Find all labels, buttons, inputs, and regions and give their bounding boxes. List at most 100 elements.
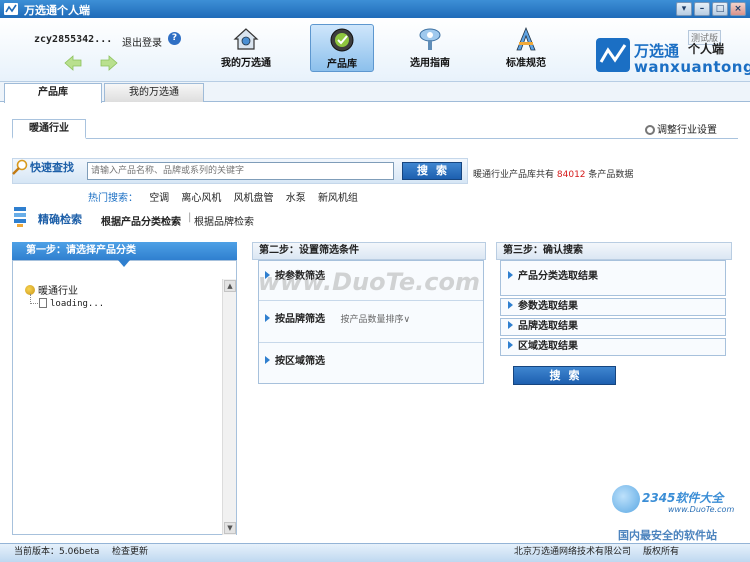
confirm-search-button[interactable]: 搜索 <box>513 366 616 385</box>
brand-logo: 测试版 万选通 个人端 wanxuantong <box>596 30 750 78</box>
quick-search-label: 快速查找 <box>12 159 74 175</box>
mascot-icon <box>612 485 640 513</box>
quick-search-button[interactable]: 搜索 <box>402 162 462 180</box>
watermark-brand: 2345软件大全 <box>642 491 724 505</box>
filter-label: 按区域筛选 <box>275 356 325 367</box>
filter-funnel-icon <box>14 207 26 227</box>
result-label: 区域选取结果 <box>518 341 578 352</box>
status-bar: 当前版本：5.06beta 检查更新 北京万选通网络技术有限公司 版权所有 <box>0 543 750 562</box>
nav-label: 我的万选通 <box>221 58 271 69</box>
result-category[interactable]: 产品分类选取结果 <box>500 260 726 296</box>
mode-separator: | <box>188 212 192 223</box>
app-logo-icon <box>4 3 18 15</box>
filter-by-region[interactable]: 按区域筛选 <box>259 343 483 385</box>
tab-my-wanxuantong[interactable]: 我的万选通 <box>104 83 204 102</box>
nav-label: 标准规范 <box>506 58 546 69</box>
company-label: 北京万选通网络技术有限公司 <box>514 547 632 557</box>
nav-standards[interactable]: 标准规范 <box>494 24 558 72</box>
expand-arrow-icon <box>265 356 270 364</box>
product-count: 暖通行业产品库共有 84012 条产品数据 <box>473 167 633 180</box>
hot-keyword-link[interactable]: 离心风机 <box>181 193 221 204</box>
expand-arrow-icon <box>508 321 513 329</box>
version-label: 当前版本：5.06beta <box>14 547 100 557</box>
adjust-industry-label: 调整行业设置 <box>657 125 717 136</box>
nav-product-library[interactable]: 产品库 <box>310 24 374 72</box>
hot-keyword-link[interactable]: 风机盘管 <box>234 193 274 204</box>
logout-link[interactable]: 退出登录 <box>122 34 162 49</box>
step3-title: 第三步：确认搜索 <box>496 242 732 260</box>
watermark-slogan: 国内最安全的软件站 <box>618 529 717 542</box>
watermark-url: www.DuoTe.com <box>668 505 735 514</box>
mode-by-brand[interactable]: 根据品牌检索 <box>194 213 254 228</box>
nav-selection-guide[interactable]: 选用指南 <box>398 24 462 72</box>
check-update-link[interactable]: 检查更新 <box>112 544 148 561</box>
divider <box>12 138 738 139</box>
count-prefix: 暖通行业产品库共有 <box>473 170 555 180</box>
brand-name-cn2: 个人端 <box>688 42 725 56</box>
result-label: 参数选取结果 <box>518 301 578 312</box>
title-bar: 万选通个人端 ▾ – □ × <box>0 0 750 18</box>
tree-scrollbar[interactable]: ▲ ▼ <box>222 279 236 535</box>
window-title: 万选通个人端 <box>24 4 90 17</box>
expand-arrow-icon <box>508 341 513 349</box>
expand-arrow-icon <box>508 271 513 279</box>
brand-logo-icon <box>596 38 630 72</box>
hot-keyword-link[interactable]: 空调 <box>149 193 169 204</box>
adjust-industry-link[interactable]: 调整行业设置 <box>645 121 717 136</box>
back-arrow-icon[interactable] <box>64 54 82 72</box>
main-tabs: 产品库 我的万选通 <box>0 82 750 103</box>
help-icon[interactable]: ? <box>168 32 181 45</box>
result-params[interactable]: 参数选取结果 <box>500 298 726 316</box>
result-label: 产品分类选取结果 <box>518 271 598 282</box>
main-content: 暖通行业 调整行业设置 快速查找 搜索 暖通行业产品库共有 84012 条产品数… <box>0 103 750 543</box>
site-watermark: 2345软件大全 www.DuoTe.com 国内最安全的软件站 <box>612 483 748 543</box>
scroll-down-button[interactable]: ▼ <box>224 522 236 534</box>
search-input[interactable] <box>87 162 394 180</box>
expand-arrow-icon <box>265 314 270 322</box>
step1-title: 第一步：请选择产品分类 <box>12 242 237 260</box>
tree-node-child[interactable]: loading... <box>39 298 104 309</box>
quick-search-text: 快速查找 <box>30 161 74 174</box>
count-value: 84012 <box>556 170 586 180</box>
brand-name-en: wanxuantong <box>634 58 750 76</box>
tab-product-library[interactable]: 产品库 <box>4 83 102 103</box>
precise-search-label: 精确检索 <box>38 213 82 226</box>
menu-dropdown-button[interactable]: ▾ <box>676 2 692 16</box>
nav-label: 产品库 <box>327 59 357 70</box>
minimize-button[interactable]: – <box>694 2 710 16</box>
industry-tab[interactable]: 暖通行业 <box>12 119 86 139</box>
forward-arrow-icon[interactable] <box>100 54 118 72</box>
sort-by-count-dropdown[interactable]: 按产品数量排序∨ <box>340 315 410 325</box>
expand-arrow-icon <box>508 301 513 309</box>
category-tree-panel: 暖通行业 loading... ▲ ▼ <box>12 260 237 535</box>
tree-root-label: 暖通行业 <box>38 286 78 297</box>
result-brand[interactable]: 品牌选取结果 <box>500 318 726 336</box>
magnifier-icon <box>12 159 28 175</box>
step2-title: 第二步：设置筛选条件 <box>252 242 486 260</box>
step1-pointer <box>118 260 130 267</box>
count-suffix: 条产品数据 <box>588 170 634 180</box>
guide-icon <box>419 28 441 50</box>
document-icon <box>39 298 47 308</box>
hot-keyword-link[interactable]: 水泵 <box>286 193 306 204</box>
nav-label: 选用指南 <box>410 58 450 69</box>
product-library-icon <box>330 28 354 52</box>
hot-search: 热门搜索： 空调 离心风机 风机盘管 水泵 新风机组 <box>88 189 367 204</box>
window-controls: ▾ – □ × <box>676 2 746 16</box>
hot-keyword-link[interactable]: 新风机组 <box>318 193 358 204</box>
nav-my-wanxuantong[interactable]: 我的万选通 <box>214 24 278 72</box>
filter-label: 按品牌筛选 <box>275 314 325 325</box>
maximize-button[interactable]: □ <box>712 2 728 16</box>
filter-by-brand[interactable]: 按品牌筛选 按产品数量排序∨ <box>259 301 483 343</box>
copyright-label: 版权所有 <box>643 547 680 557</box>
result-region[interactable]: 区域选取结果 <box>500 338 726 356</box>
gear-icon <box>645 125 655 135</box>
hot-search-label: 热门搜索： <box>88 193 138 204</box>
duote-watermark: www.DuoTe.com <box>258 268 480 296</box>
mode-by-category[interactable]: 根据产品分类检索 <box>101 213 181 228</box>
close-button[interactable]: × <box>730 2 746 16</box>
tree-connector <box>30 294 38 304</box>
username-label: zcy2855342... <box>34 34 113 45</box>
result-label: 品牌选取结果 <box>518 321 578 332</box>
scroll-up-button[interactable]: ▲ <box>224 280 236 292</box>
